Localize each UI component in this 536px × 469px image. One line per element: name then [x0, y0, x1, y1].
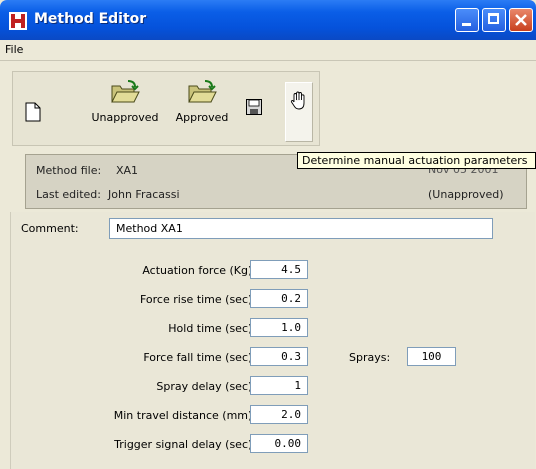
close-button[interactable] [509, 8, 533, 32]
min-travel-distance-field[interactable]: 2.0 [250, 405, 308, 424]
menu-file[interactable]: File [5, 43, 23, 56]
new-document-icon [25, 102, 41, 122]
spray-delay-label: Spray delay (sec): [156, 380, 256, 393]
method-file-label: Method file: [36, 164, 102, 177]
save-button[interactable] [246, 99, 262, 118]
title-bar[interactable]: Method Editor [0, 0, 536, 40]
approved-label: Approved [175, 111, 229, 124]
force-fall-time-label: Force fall time (sec): [143, 351, 256, 364]
open-unapproved-button[interactable]: Unapproved [81, 80, 169, 124]
approval-status: (Unapproved) [428, 188, 504, 201]
last-edited-label: Last edited: [36, 188, 101, 201]
force-rise-time-field[interactable]: 0.2 [250, 289, 308, 308]
hold-time-label: Hold time (sec): [168, 322, 256, 335]
maximize-button[interactable] [482, 8, 506, 32]
min-travel-distance-label: Min travel distance (mm): [113, 409, 256, 422]
menu-bar: File [0, 40, 536, 61]
new-button[interactable] [25, 102, 41, 125]
maximize-icon [488, 13, 499, 24]
window-title: Method Editor [34, 11, 147, 27]
comment-field[interactable]: Method XA1 [109, 218, 493, 239]
method-file-value: XA1 [116, 164, 139, 177]
minimize-button[interactable] [455, 8, 479, 32]
spray-delay-field[interactable]: 1 [250, 376, 308, 395]
minimize-icon [462, 23, 471, 26]
trigger-signal-delay-field[interactable]: 0.00 [250, 434, 308, 453]
last-edited-value: John Fracassi [108, 188, 180, 201]
unapproved-label: Unapproved [91, 111, 159, 124]
hand-icon [290, 91, 305, 110]
tooltip: Determine manual actuation parameters [297, 152, 536, 169]
app-icon [9, 12, 27, 30]
open-folder-icon [188, 80, 217, 103]
comment-label: Comment: [21, 222, 79, 235]
open-approved-button[interactable]: Approved [167, 80, 237, 124]
force-rise-time-label: Force rise time (sec): [139, 293, 256, 306]
hold-time-field[interactable]: 1.0 [250, 318, 308, 337]
parameters-panel: Comment: Method XA1 Actuation force (Kg)… [10, 212, 535, 469]
manual-actuation-button[interactable] [285, 82, 313, 142]
close-icon [515, 14, 527, 26]
sprays-field[interactable]: 100 [407, 347, 456, 366]
toolbar: Unapproved Approved [12, 71, 320, 146]
sprays-label: Sprays: [349, 351, 391, 364]
actuation-force-label: Actuation force (Kg): [142, 264, 256, 277]
open-folder-icon [111, 80, 140, 103]
method-editor-window: Method Editor File Unapproved Approved D… [0, 0, 536, 469]
floppy-disk-icon [246, 99, 262, 115]
trigger-signal-delay-label: Trigger signal delay (sec): [114, 438, 256, 451]
actuation-force-field[interactable]: 4.5 [250, 260, 308, 279]
force-fall-time-field[interactable]: 0.3 [250, 347, 308, 366]
